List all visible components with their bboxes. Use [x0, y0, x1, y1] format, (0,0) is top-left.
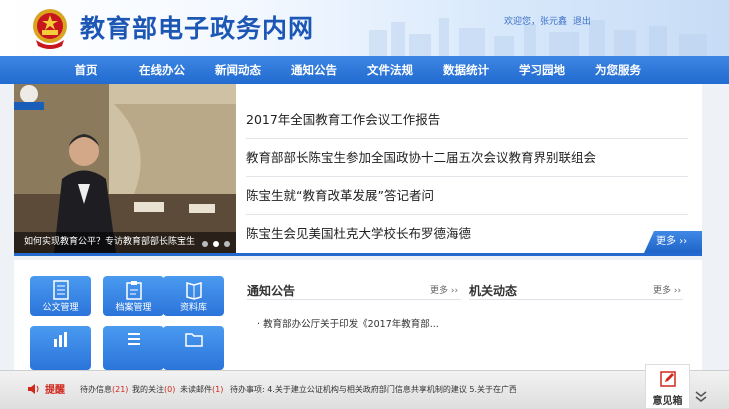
double-chevron-right-icon: ›› [450, 286, 459, 296]
nav-item-news[interactable]: 新闻动态 [200, 62, 276, 78]
agency-more-label: 更多 [653, 286, 672, 296]
unread-count: (1) [212, 385, 224, 394]
pending-count: (21) [112, 385, 129, 394]
my-follow-link[interactable]: 我的关注(0) [132, 384, 175, 395]
notice-item-text: 教育部办公厅关于印发《2017年教育部... [263, 319, 439, 330]
pending-label: 待办信息 [80, 385, 112, 394]
nav-item-statistics[interactable]: 数据统计 [428, 62, 504, 78]
tile-extra[interactable] [103, 326, 164, 370]
todo-text: 4.关于建立公证机构与相关政府部门信息共享机制的建议 5.关于在广西壮族 [267, 385, 516, 394]
nav-item-home[interactable]: 首页 [48, 62, 124, 78]
follow-count: (0) [164, 385, 176, 394]
notice-list-item[interactable]: · 教育部办公厅关于印发《2017年教育部... [257, 316, 439, 330]
todo-prefix: 待办事项: [230, 385, 265, 394]
news-more-button[interactable]: 更多 ›› [644, 231, 702, 253]
agency-section-title: 机关动态 [469, 284, 518, 298]
news-item[interactable]: 陈宝生会见美国杜克大学校长布罗德海德 [246, 215, 688, 253]
agency-divider [469, 299, 683, 300]
section-divider [14, 253, 702, 256]
nav-item-regulations[interactable]: 文件法规 [352, 62, 428, 78]
notice-section-title: 通知公告 [247, 284, 296, 298]
main-nav: 首页 在线办公 新闻动态 通知公告 文件法规 数据统计 学习园地 为您服务 [0, 56, 729, 84]
tile-extra[interactable] [163, 326, 224, 370]
nav-item-learning[interactable]: 学习园地 [504, 62, 580, 78]
speaker-icon [28, 383, 39, 394]
tile-extra[interactable] [30, 326, 91, 370]
notice-more-link[interactable]: 更多 ›› [430, 283, 458, 296]
reminder-bar: 提醒 待办信息(21) 我的关注(0) 未读邮件(1) 待办事项: 4.关于建立… [0, 370, 729, 409]
news-more-label: 更多 [656, 236, 676, 247]
reminder-text: 提醒 [45, 385, 65, 396]
document-icon [52, 280, 69, 300]
double-chevron-right-icon: ›› [679, 236, 688, 247]
site-title: 教育部电子政务内网 [80, 14, 315, 43]
news-item[interactable]: 教育部部长陈宝生参加全国政协十二届五次会议教育界别联组会 [246, 139, 688, 177]
user-bar: 欢迎您，张元鑫 退出 [504, 14, 594, 27]
site-header: 教育部电子政务内网 欢迎您，张元鑫 退出 [0, 0, 729, 56]
nav-item-services[interactable]: 为您服务 [580, 62, 656, 78]
notice-more-label: 更多 [430, 286, 449, 296]
edit-icon [659, 371, 676, 387]
todo-ticker[interactable]: 待办事项: 4.关于建立公证机构与相关政府部门信息共享机制的建议 5.关于在广西… [230, 384, 516, 395]
logout-link[interactable]: 退出 [573, 17, 591, 27]
tile-document-management[interactable]: 公文管理 [30, 276, 91, 316]
feedback-label: 意见箱 [652, 396, 683, 407]
clipboard-icon [125, 281, 142, 300]
book-icon [185, 282, 202, 300]
tile-label: 公文管理 [42, 303, 79, 313]
follow-label: 我的关注 [132, 385, 164, 394]
carousel-dots [202, 241, 230, 247]
cctv-logo-icon [14, 85, 44, 110]
chevron-down-icon[interactable] [693, 388, 709, 404]
banner-photo [14, 84, 236, 253]
carousel-dot-active[interactable] [213, 241, 219, 247]
banner-carousel[interactable]: 如何实现教育公平？专访教育部部长陈宝生 [14, 84, 236, 253]
news-item[interactable]: 陈宝生就“教育改革发展”答记者问 [246, 177, 688, 215]
headline-news-panel: 2017年全国教育工作会议工作报告 教育部部长陈宝生参加全国政协十二届五次会议教… [236, 84, 702, 253]
lower-section: 公文管理 档案管理 资料库 通知公告 更多 ›› · 教育部办公厅关于印发《20… [14, 260, 702, 370]
unread-mail-link[interactable]: 未读邮件(1) [180, 384, 223, 395]
reminder-label: 提醒 [27, 381, 65, 396]
nav-item-office[interactable]: 在线办公 [124, 62, 200, 78]
carousel-dot[interactable] [224, 241, 230, 247]
list-icon [127, 333, 140, 345]
pending-info-link[interactable]: 待办信息(21) [80, 384, 128, 395]
bullet-icon: · [257, 319, 261, 330]
tile-archive-management[interactable]: 档案管理 [103, 276, 164, 316]
notice-divider [247, 299, 461, 300]
carousel-dot[interactable] [202, 241, 208, 247]
welcome-text: 欢迎您，张元鑫 [504, 17, 568, 27]
nav-item-notices[interactable]: 通知公告 [276, 62, 352, 78]
tile-label: 档案管理 [115, 303, 152, 313]
tile-resource-library[interactable]: 资料库 [163, 276, 224, 316]
tile-label: 资料库 [179, 303, 207, 313]
unread-label: 未读邮件 [180, 385, 212, 394]
news-item[interactable]: 2017年全国教育工作会议工作报告 [246, 101, 688, 139]
folder-icon [184, 333, 203, 347]
skyline-decoration [369, 18, 707, 56]
national-emblem-icon [33, 9, 67, 49]
chart-icon [53, 332, 67, 347]
agency-more-link[interactable]: 更多 ›› [653, 283, 681, 296]
double-chevron-right-icon: ›› [673, 286, 682, 296]
feedback-box-button[interactable]: 意见箱 [645, 364, 690, 409]
